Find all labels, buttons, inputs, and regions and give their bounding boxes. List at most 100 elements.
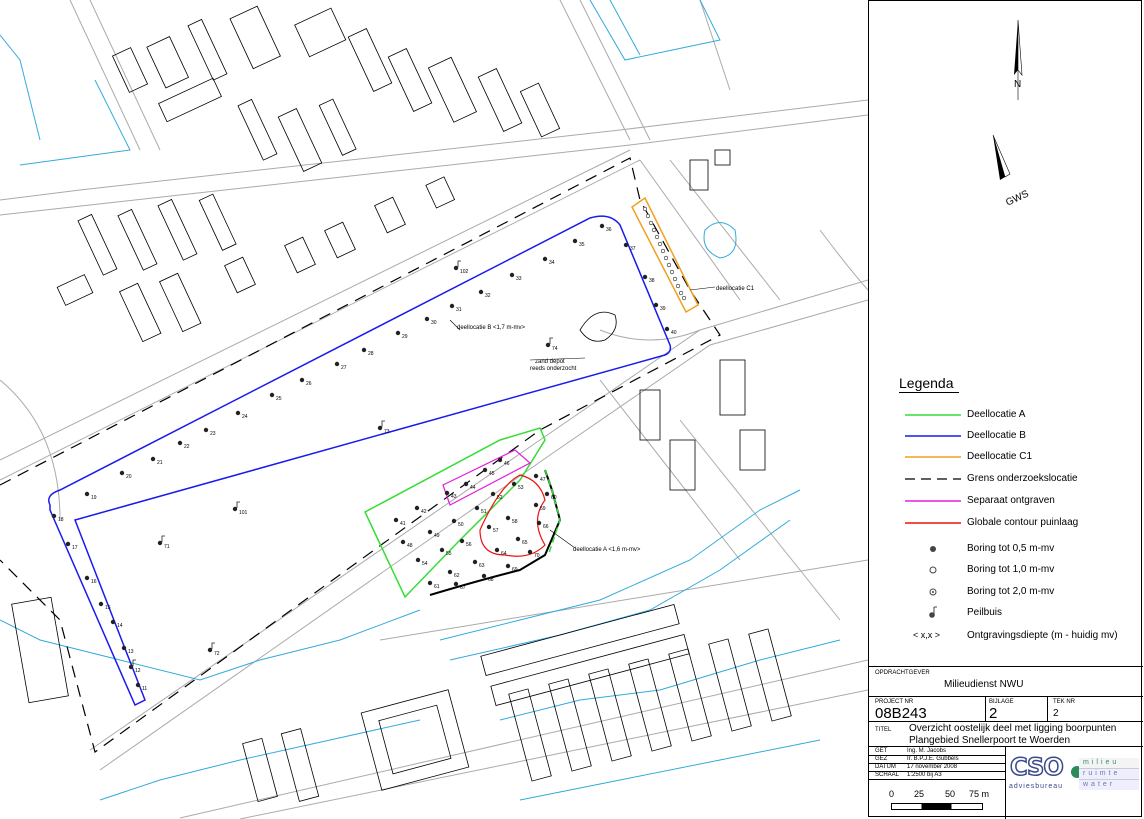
label-deellocatie-c1: deellocatie C1 — [716, 286, 755, 292]
legend-item: Deellocatie A — [869, 407, 1143, 423]
opdrachtgever-block: OPDRACHTGEVER Milieudienst NWU — [869, 666, 1143, 697]
project-block: PROJECT NR 08B243 BIJLAGE 2 TEK NR 2 — [869, 696, 1143, 722]
borehole-c1-point — [654, 234, 660, 240]
borehole-c1-point — [666, 262, 672, 268]
logo-text: CSO — [1009, 752, 1064, 782]
legend-symbol-icon — [905, 471, 971, 487]
borehole-label: 21 — [157, 460, 163, 466]
borehole-label: 36 — [606, 227, 612, 233]
legend-label: Grens onderzoekslocatie — [967, 473, 1078, 484]
borehole-c1-point — [681, 295, 687, 301]
legend-item: Separaat ontgraven — [869, 493, 1143, 509]
legend-item: Boring tot 2,0 m-mv — [869, 584, 1143, 600]
logo-word-water: water — [1083, 781, 1116, 788]
borehole-c1-point — [642, 206, 648, 212]
legend-label: Globale contour puinlaag — [967, 517, 1079, 528]
borehole-label: 72 — [214, 651, 220, 657]
label-deellocatie-a: deellocatie A <1,6 m-mv> — [573, 547, 641, 553]
borehole-label: 53 — [518, 485, 524, 491]
meta-block: GET Ing. M. Jacobs GEZ Ir. B.P.J.E. Gubb… — [869, 746, 1143, 819]
legend-label: Deellocatie A — [967, 409, 1026, 420]
gez-value: Ir. B.P.J.E. Gubbels — [907, 756, 959, 762]
legend-item: Globale contour puinlaag — [869, 515, 1143, 531]
borehole-label: 19 — [91, 495, 97, 501]
borehole-label: 61 — [434, 584, 440, 590]
logo-word-ruimte: ruimte — [1083, 770, 1121, 777]
borehole-label: 62 — [454, 573, 460, 579]
borehole-label: 22 — [184, 444, 190, 450]
opdrachtgever-value: Milieudienst NWU — [944, 679, 1024, 690]
side-panel: Legenda Deellocatie A Deellocatie B Deello… — [868, 0, 1143, 819]
legend-symbol-icon — [905, 493, 971, 509]
borehole-label: 49 — [434, 533, 440, 539]
borehole-label: 60 — [551, 495, 557, 501]
legend-label: Boring tot 0,5 m-mv — [967, 543, 1055, 554]
borehole-label: 12 — [135, 668, 141, 674]
legend-symbol-icon — [905, 605, 971, 621]
borehole-label: 23 — [210, 431, 216, 437]
borehole-label: 73 — [384, 429, 390, 435]
borehole-label: 57 — [493, 528, 499, 534]
borehole-c1-point — [669, 269, 675, 275]
borehole-label: 71 — [164, 544, 170, 550]
legend-symbol-icon — [905, 428, 971, 444]
borehole-c1-point — [657, 241, 663, 247]
borehole-label: 69 — [512, 567, 518, 573]
borehole-label: 64 — [501, 551, 507, 557]
legend-item: Grens onderzoekslocatie — [869, 471, 1143, 487]
legend-label: Deellocatie B — [967, 430, 1026, 441]
borehole-label: 50 — [458, 522, 464, 528]
bijlage-value: 2 — [989, 705, 998, 722]
borehole-label: 70 — [534, 553, 540, 559]
borehole-label: 43 — [451, 494, 457, 500]
borehole-label: 67 — [460, 585, 466, 591]
borehole-label: 44 — [470, 485, 476, 491]
borehole-label: 18 — [58, 517, 64, 523]
borehole-label: 24 — [242, 414, 248, 420]
projectnr-value: 08B243 — [875, 705, 927, 722]
legend-symbol-icon — [905, 541, 971, 557]
borehole-label: 38 — [649, 278, 655, 284]
titel-line-2: Plangebied Snellerpoort te Woerden — [909, 735, 1071, 746]
borehole-c1-point — [651, 227, 657, 233]
teknr-value: 2 — [1053, 708, 1059, 719]
borehole-label: 34 — [549, 260, 555, 266]
borehole-label: 41 — [400, 521, 406, 527]
borehole-label: 28 — [368, 351, 374, 357]
borehole-label: 45 — [489, 471, 495, 477]
cso-logo: CSO adviesbureau milieu ruimte water — [1007, 749, 1141, 817]
borehole-label: 42 — [421, 509, 427, 515]
borehole-label: 56 — [466, 542, 472, 548]
titel-line-1: Overzicht oostelijk deel met ligging boo… — [909, 723, 1117, 734]
legend-symbol-icon — [905, 449, 971, 465]
borehole-label: 59 — [540, 506, 546, 512]
borehole-label: 26 — [306, 381, 312, 387]
teknr-label: TEK NR — [1053, 699, 1076, 705]
legend-item: Deellocatie C1 — [869, 449, 1143, 465]
borehole-label: 52 — [497, 495, 503, 501]
borehole-label: 33 — [516, 276, 522, 282]
borehole-c1-point — [648, 220, 654, 226]
legend-symbol-icon — [905, 515, 971, 531]
logo-word-milieu: milieu — [1083, 759, 1120, 766]
legend-item: Deellocatie B — [869, 428, 1143, 444]
scale-bar: 0 25 50 75 m — [869, 779, 1005, 819]
borehole-label: 20 — [126, 474, 132, 480]
borehole-label: 27 — [341, 365, 347, 371]
legend-label: Separaat ontgraven — [967, 495, 1055, 506]
borehole-label: 16 — [91, 579, 97, 585]
legend-item: < x,x > Ontgravingsdiepte (m - huidig mv) — [869, 628, 1143, 644]
borehole-label: 13 — [128, 649, 134, 655]
borehole-label: 54 — [422, 561, 428, 567]
legend-item: Boring tot 1,0 m-mv — [869, 562, 1143, 578]
borehole-c1-point — [645, 213, 651, 219]
legend-label: Deellocatie C1 — [967, 451, 1033, 462]
borehole-label: 11 — [142, 686, 147, 692]
borehole-label: 65 — [522, 540, 528, 546]
titel-label: TITEL — [875, 727, 892, 733]
get-value: Ing. M. Jacobs — [907, 748, 947, 754]
borehole-c1-point — [678, 290, 684, 296]
borehole-label: 47 — [540, 477, 546, 483]
borehole-label: 39 — [660, 306, 666, 312]
site-map: 11 12 13 14 15 16 17 18 19 20 21 22 23 24 25 26 27 28 29 30… — [0, 0, 868, 819]
